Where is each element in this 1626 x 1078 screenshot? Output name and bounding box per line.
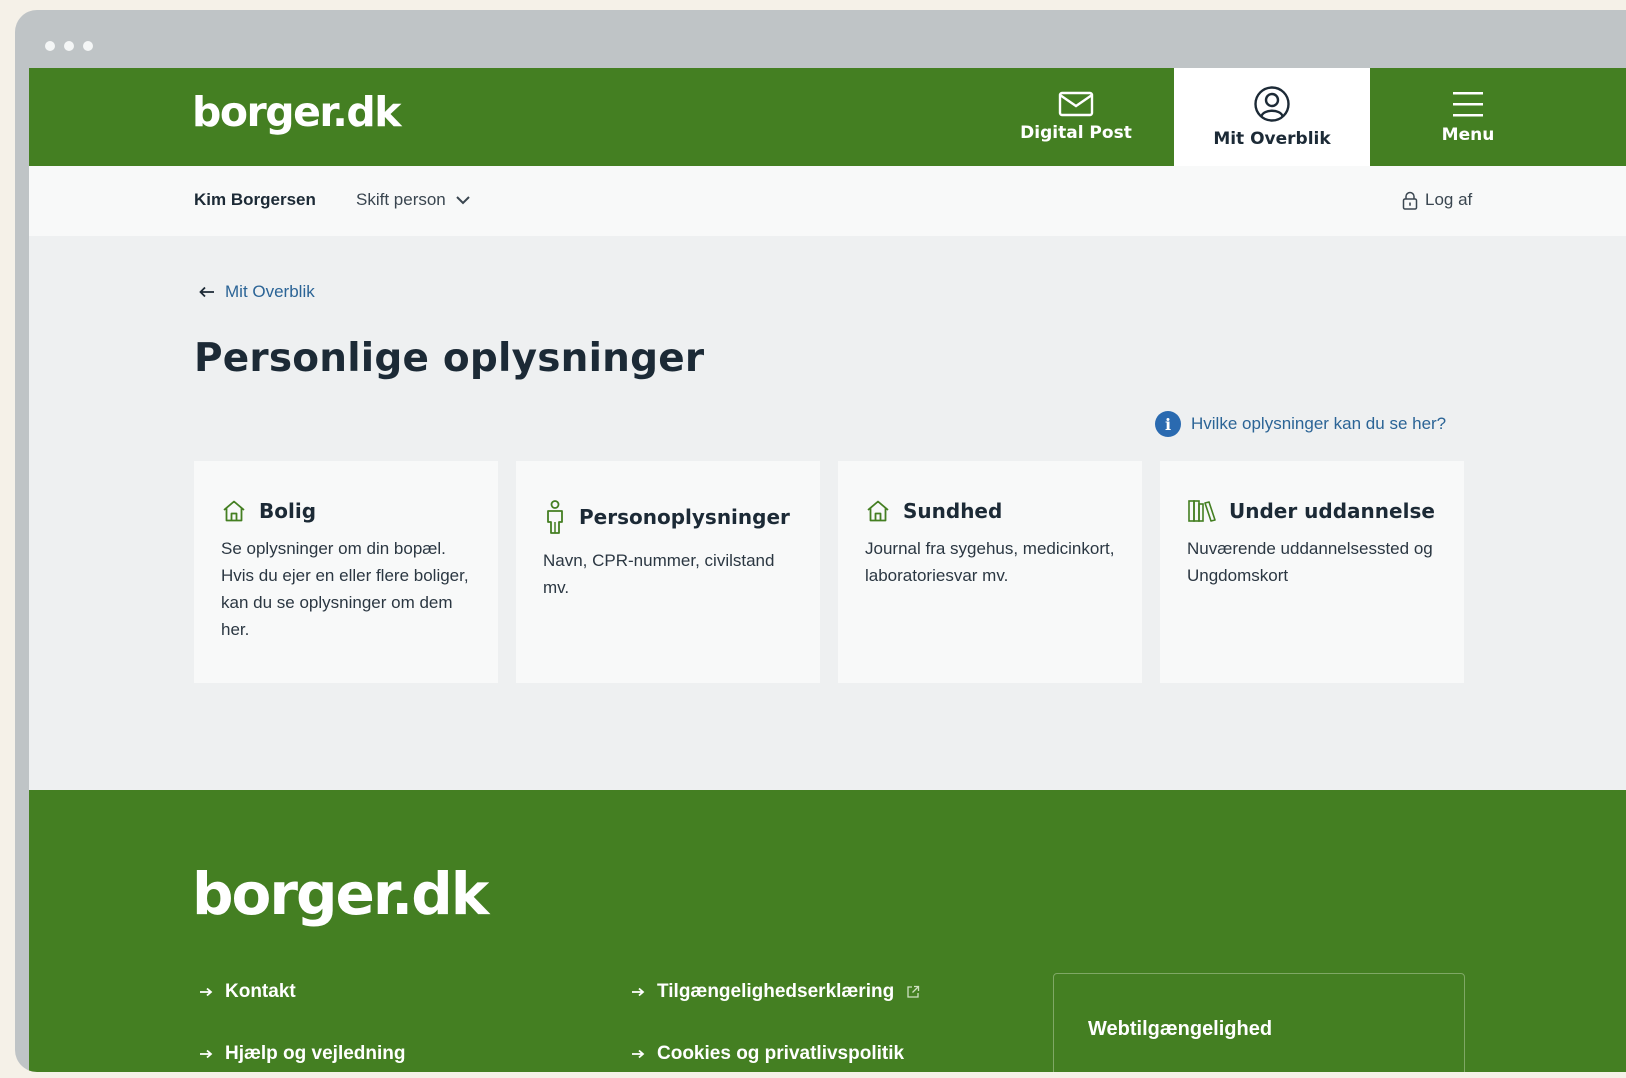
info-link-label: Hvilke oplysninger kan du se her? [1191, 414, 1447, 433]
house-icon [867, 500, 889, 522]
card-description: Navn, CPR-nummer, civilstand mv. [543, 551, 775, 597]
footer-link-label: Kontakt [225, 981, 296, 1002]
logout-button[interactable]: Log af [1402, 190, 1472, 210]
card-under-uddannelse[interactable]: Under uddannelse Nuværende uddannelsesst… [1160, 461, 1464, 683]
footer-link-tilgaengelighed[interactable]: Tilgængelighedserklæring [631, 981, 920, 1003]
switch-person-label: Skift person [356, 190, 446, 209]
card-personoplysninger[interactable]: Personoplysninger Navn, CPR-nummer, civi… [516, 461, 820, 683]
nav-digital-post-label: Digital Post [1020, 123, 1132, 143]
card-description: Nuværende uddannelsessted og Ungdomskort [1187, 539, 1433, 585]
card-title: Under uddannelse [1229, 499, 1435, 523]
window-dot[interactable] [45, 41, 55, 51]
arrow-right-icon [632, 1049, 645, 1059]
envelope-icon [1058, 91, 1094, 117]
site-logo[interactable]: borger.dk [192, 88, 401, 136]
card-title: Personoplysninger [579, 505, 790, 529]
lock-icon [1402, 191, 1418, 210]
user-circle-icon [1254, 86, 1290, 122]
external-link-icon [907, 985, 920, 998]
footer-logo[interactable]: borger.dk [192, 860, 489, 928]
back-link-label: Mit Overblik [225, 282, 315, 301]
back-link[interactable]: Mit Overblik [199, 282, 315, 302]
card-title: Sundhed [903, 499, 1003, 523]
info-icon: i [1155, 411, 1181, 437]
person-icon [547, 500, 563, 534]
nav-menu-button[interactable]: Menu [1370, 68, 1566, 166]
card-description: Journal fra sygehus, medicinkort, labora… [865, 539, 1115, 585]
footer-link-cookies[interactable]: Cookies og privatlivspolitik [631, 1043, 904, 1065]
user-name: Kim Borgersen [194, 190, 316, 209]
browser-window: borger.dk Digital Post Mit Overblik Menu… [15, 10, 1626, 1072]
nav-digital-post[interactable]: Digital Post [978, 68, 1174, 166]
window-controls [45, 41, 93, 51]
footer-link-kontakt[interactable]: Kontakt [199, 981, 296, 1003]
card-description: Se oplysninger om din bopæl. Hvis du eje… [221, 539, 469, 639]
arrow-right-icon [200, 1049, 213, 1059]
footer-link-label: Hjælp og vejledning [225, 1043, 406, 1064]
window-dot[interactable] [64, 41, 74, 51]
chevron-down-icon [456, 196, 470, 205]
page-viewport: borger.dk Digital Post Mit Overblik Menu… [29, 68, 1626, 1072]
house-icon [223, 500, 245, 522]
card-sundhed[interactable]: Sundhed Journal fra sygehus, medicinkort… [838, 461, 1142, 683]
arrow-right-icon [200, 987, 213, 997]
footer-link-label: Cookies og privatlivspolitik [657, 1043, 905, 1064]
switch-person-dropdown[interactable]: Skift person [356, 190, 471, 210]
page-title: Personlige oplysninger [194, 336, 705, 381]
nav-mit-overblik-label: Mit Overblik [1213, 129, 1331, 149]
site-footer: borger.dk Kontakt Hjælp og vejledning Ti… [29, 790, 1626, 1072]
webtilgaengelighed-title: Webtilgængelighed [1088, 1018, 1273, 1040]
nav-menu-label: Menu [1441, 125, 1495, 145]
books-icon [1188, 500, 1216, 522]
webtilgaengelighed-box[interactable]: Webtilgængelighed [1053, 973, 1465, 1072]
arrow-right-icon [632, 987, 645, 997]
info-link[interactable]: i Hvilke oplysninger kan du se her? [1155, 411, 1446, 437]
site-header: borger.dk Digital Post Mit Overblik Menu [29, 68, 1626, 175]
card-title: Bolig [259, 499, 317, 523]
category-cards: Bolig Se oplysninger om din bopæl. Hvis … [194, 461, 1464, 683]
arrow-left-icon [199, 286, 214, 298]
logout-label: Log af [1425, 190, 1473, 209]
window-dot[interactable] [83, 41, 93, 51]
footer-link-hjaelp[interactable]: Hjælp og vejledning [199, 1043, 406, 1065]
user-bar: Kim Borgersen Skift person Log af [29, 166, 1626, 236]
hamburger-icon [1453, 92, 1483, 117]
footer-link-label: Tilgængelighedserklæring [657, 981, 895, 1002]
nav-mit-overblik[interactable]: Mit Overblik [1174, 68, 1370, 175]
card-bolig[interactable]: Bolig Se oplysninger om din bopæl. Hvis … [194, 461, 498, 683]
